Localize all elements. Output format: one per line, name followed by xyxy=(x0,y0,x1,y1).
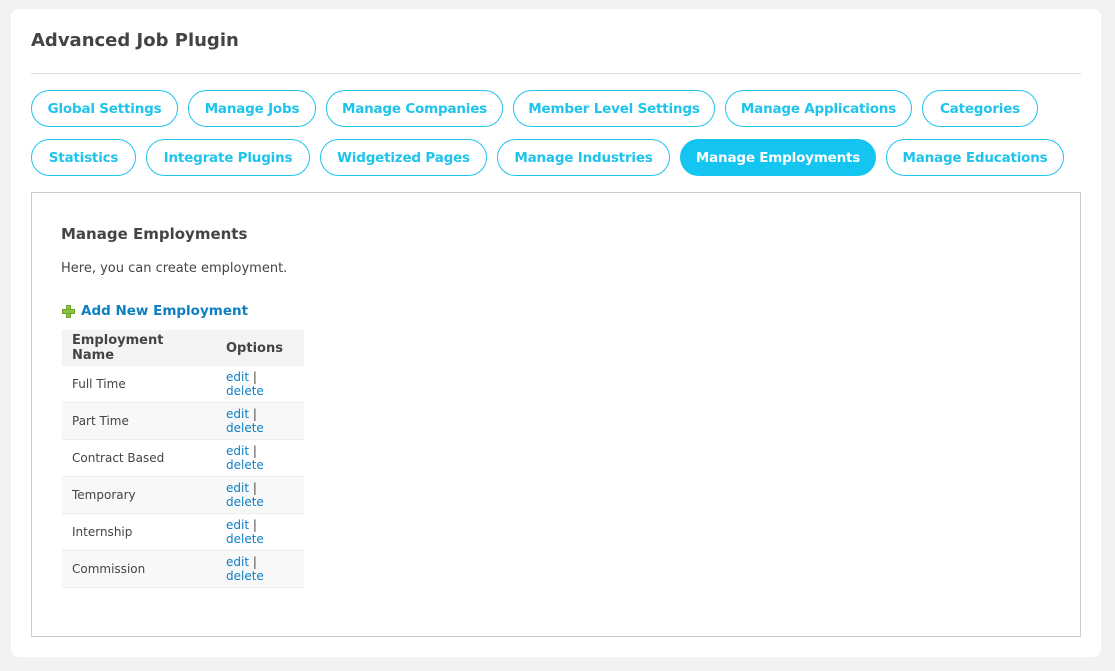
tab-manage-industries[interactable]: Manage Industries xyxy=(497,139,670,176)
delete-link[interactable]: delete xyxy=(226,458,264,472)
options-cell: edit | delete xyxy=(216,439,304,477)
add-new-employment-link[interactable]: Add New Employment xyxy=(62,303,248,319)
table-row: Commission edit | delete xyxy=(62,550,304,588)
employment-name: Full Time xyxy=(62,366,216,403)
tab-manage-educations[interactable]: Manage Educations xyxy=(886,139,1064,176)
employment-name: Contract Based xyxy=(62,439,216,477)
employment-name: Part Time xyxy=(62,402,216,440)
edit-link[interactable]: edit xyxy=(226,555,249,569)
table-row: Full Time edit | delete xyxy=(62,366,304,403)
delete-link[interactable]: delete xyxy=(226,532,264,546)
tab-row-2: Statistics Integrate Plugins Widgetized Pa… xyxy=(31,139,1064,176)
delete-link[interactable]: delete xyxy=(226,495,264,509)
employment-name: Internship xyxy=(62,513,216,551)
separator: | xyxy=(252,407,257,421)
employment-name: Temporary xyxy=(62,476,216,514)
separator: | xyxy=(252,444,257,458)
options-cell: edit | delete xyxy=(216,513,304,551)
options-cell: edit | delete xyxy=(216,366,304,403)
table-row: Internship edit | delete xyxy=(62,513,304,551)
tab-row-1: Global Settings Manage Jobs Manage Compani… xyxy=(31,90,1038,127)
divider xyxy=(31,73,1081,74)
column-header-options: Options xyxy=(216,330,304,366)
employments-table: Employment Name Options Full Time edit |… xyxy=(62,330,304,588)
table-row: Contract Based edit | delete xyxy=(62,439,304,477)
tab-manage-companies[interactable]: Manage Companies xyxy=(326,90,503,127)
edit-link[interactable]: edit xyxy=(226,407,249,421)
employment-name: Commission xyxy=(62,550,216,588)
tab-categories[interactable]: Categories xyxy=(922,90,1038,127)
options-cell: edit | delete xyxy=(216,550,304,588)
table-header: Employment Name Options xyxy=(62,330,304,366)
content-panel: Manage Employments Here, you can create … xyxy=(31,192,1081,637)
table-row: Temporary edit | delete xyxy=(62,476,304,514)
options-cell: edit | delete xyxy=(216,476,304,514)
edit-link[interactable]: edit xyxy=(226,370,249,384)
main-card: Advanced Job Plugin Global Settings Manag… xyxy=(11,9,1101,657)
delete-link[interactable]: delete xyxy=(226,384,264,398)
section-description: Here, you can create employment. xyxy=(61,261,288,276)
delete-link[interactable]: delete xyxy=(226,421,264,435)
page-title: Advanced Job Plugin xyxy=(31,30,239,51)
tab-integrate-plugins[interactable]: Integrate Plugins xyxy=(146,139,310,176)
separator: | xyxy=(252,555,257,569)
table-row: Part Time edit | delete xyxy=(62,402,304,440)
tab-member-level-settings[interactable]: Member Level Settings xyxy=(513,90,715,127)
add-label: Add New Employment xyxy=(81,303,249,319)
tab-manage-jobs[interactable]: Manage Jobs xyxy=(188,90,316,127)
delete-link[interactable]: delete xyxy=(226,569,264,583)
edit-link[interactable]: edit xyxy=(226,481,249,495)
options-cell: edit | delete xyxy=(216,402,304,440)
edit-link[interactable]: edit xyxy=(226,518,249,532)
plus-icon xyxy=(62,304,75,318)
tab-manage-applications[interactable]: Manage Applications xyxy=(725,90,912,127)
tab-statistics[interactable]: Statistics xyxy=(31,139,136,176)
separator: | xyxy=(252,518,257,532)
separator: | xyxy=(252,370,257,384)
tab-global-settings[interactable]: Global Settings xyxy=(31,90,178,127)
tab-manage-employments[interactable]: Manage Employments xyxy=(680,139,876,176)
tab-widgetized-pages[interactable]: Widgetized Pages xyxy=(320,139,487,176)
section-heading: Manage Employments xyxy=(61,225,248,243)
edit-link[interactable]: edit xyxy=(226,444,249,458)
separator: | xyxy=(252,481,257,495)
column-header-name: Employment Name xyxy=(62,330,216,366)
